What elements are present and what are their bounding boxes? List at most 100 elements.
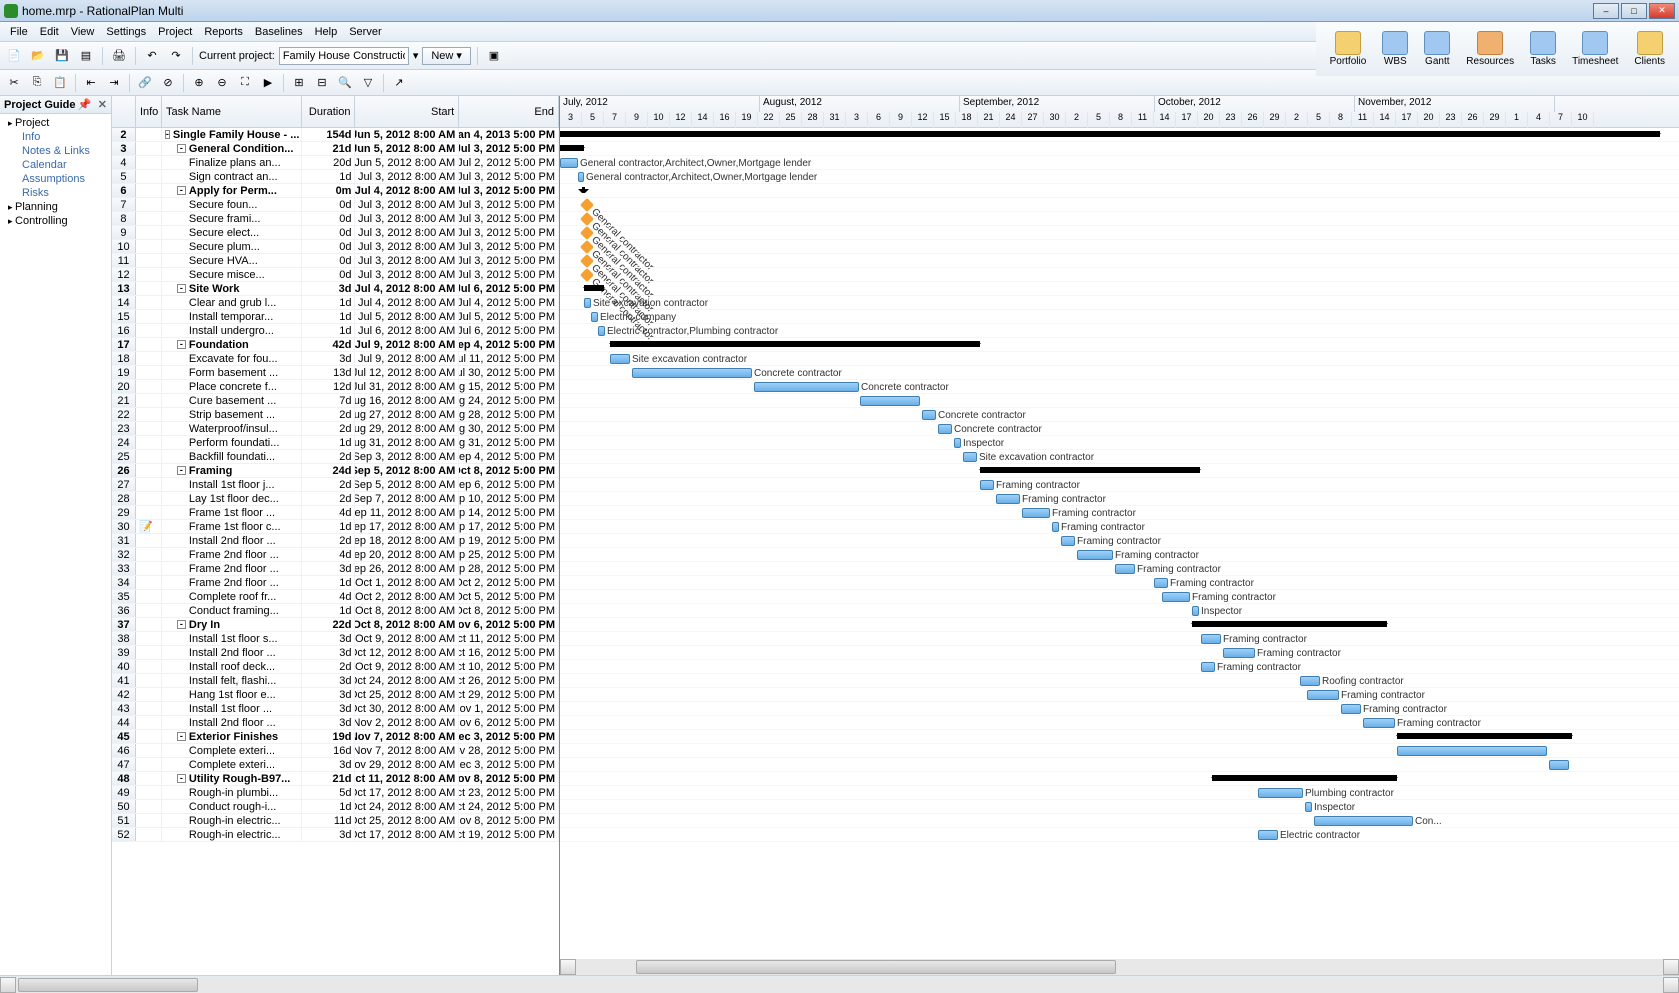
gantt-bar[interactable]: Framing contractor bbox=[1223, 648, 1255, 658]
col-start[interactable]: Start bbox=[355, 96, 459, 127]
gantt-bar[interactable]: General contractor bbox=[580, 198, 594, 212]
expand-toggle[interactable]: - bbox=[177, 620, 186, 629]
window-icon[interactable]: ▣ bbox=[484, 46, 504, 66]
gantt-bar[interactable]: General contractor bbox=[580, 226, 594, 240]
table-row[interactable]: 43Install 1st floor ...3dOct 30, 2012 8:… bbox=[112, 702, 559, 716]
menu-help[interactable]: Help bbox=[309, 24, 344, 40]
zoom-in-icon[interactable]: ⊕ bbox=[189, 73, 209, 93]
table-row[interactable]: 51Rough-in electric...11dOct 25, 2012 8:… bbox=[112, 814, 559, 828]
gantt-bar[interactable]: General contractor bbox=[580, 212, 594, 226]
outdent-icon[interactable]: ⇤ bbox=[81, 73, 101, 93]
menu-view[interactable]: View bbox=[65, 24, 101, 40]
link-icon[interactable]: 🔗 bbox=[135, 73, 155, 93]
table-row[interactable]: 11Secure HVA...0dJul 3, 2012 8:00 AMJul … bbox=[112, 254, 559, 268]
guide-notes-links[interactable]: Notes & Links bbox=[4, 144, 107, 158]
gantt-bar[interactable] bbox=[1212, 775, 1397, 781]
expand-toggle[interactable]: - bbox=[177, 186, 186, 195]
gantt-bar[interactable]: Con... bbox=[1314, 816, 1413, 826]
redo-icon[interactable]: ↷ bbox=[166, 46, 186, 66]
table-row[interactable]: 47Complete exteri...3dNov 29, 2012 8:00 … bbox=[112, 758, 559, 772]
table-row[interactable]: 18Excavate for fou...3dJul 9, 2012 8:00 … bbox=[112, 352, 559, 366]
table-row[interactable]: 42Hang 1st floor e...3dOct 25, 2012 8:00… bbox=[112, 688, 559, 702]
maximize-button[interactable]: □ bbox=[1621, 3, 1647, 19]
view-wbs[interactable]: WBS bbox=[1378, 29, 1412, 69]
dropdown-icon[interactable]: ▾ bbox=[413, 49, 419, 62]
table-row[interactable]: 10Secure plum...0dJul 3, 2012 8:00 AMJul… bbox=[112, 240, 559, 254]
guide-project[interactable]: Project bbox=[4, 116, 107, 130]
view-clients[interactable]: Clients bbox=[1630, 29, 1669, 69]
table-row[interactable]: 23Waterproof/insul...2dAug 29, 2012 8:00… bbox=[112, 422, 559, 436]
table-row[interactable]: 44Install 2nd floor ...3dNov 2, 2012 8:0… bbox=[112, 716, 559, 730]
gantt-bar[interactable] bbox=[1397, 746, 1547, 756]
timeline-body[interactable]: General contractor,Architect,Owner,Mortg… bbox=[560, 128, 1679, 975]
table-row[interactable]: 12Secure misce...0dJul 3, 2012 8:00 AMJu… bbox=[112, 268, 559, 282]
menu-settings[interactable]: Settings bbox=[100, 24, 152, 40]
paste-icon[interactable]: 📋 bbox=[50, 73, 70, 93]
new-file-icon[interactable]: 📄 bbox=[4, 46, 24, 66]
gantt-bar[interactable]: Framing contractor bbox=[1162, 592, 1190, 602]
expand-toggle[interactable]: - bbox=[177, 284, 186, 293]
gantt-bar[interactable]: Framing contractor bbox=[980, 480, 994, 490]
gantt-bar[interactable]: General contractor bbox=[580, 268, 594, 282]
guide-assumptions[interactable]: Assumptions bbox=[4, 172, 107, 186]
indent-icon[interactable]: ⇥ bbox=[104, 73, 124, 93]
gantt-bar[interactable]: Electric contractor,Plumbing contractor bbox=[598, 326, 605, 336]
table-row[interactable]: 21Cure basement ...7dAug 16, 2012 8:00 A… bbox=[112, 394, 559, 408]
table-row[interactable]: 5Sign contract an...1dJul 3, 2012 8:00 A… bbox=[112, 170, 559, 184]
table-row[interactable]: 19Form basement ...13dJul 12, 2012 8:00 … bbox=[112, 366, 559, 380]
table-row[interactable]: 31Install 2nd floor ...2dSep 18, 2012 8:… bbox=[112, 534, 559, 548]
gantt-bar[interactable]: Inspector bbox=[1192, 606, 1199, 616]
gantt-bar[interactable] bbox=[860, 396, 920, 406]
gantt-bar[interactable] bbox=[610, 341, 980, 347]
table-row[interactable]: 52Rough-in electric...3dOct 17, 2012 8:0… bbox=[112, 828, 559, 842]
table-row[interactable]: 36Conduct framing...1dOct 8, 2012 8:00 A… bbox=[112, 604, 559, 618]
gantt-bar[interactable]: Concrete contractor bbox=[754, 382, 859, 392]
expand-toggle[interactable]: - bbox=[177, 466, 186, 475]
new-button[interactable]: New▾ bbox=[422, 47, 471, 65]
pin-icon[interactable]: 📌 bbox=[78, 98, 92, 111]
table-row[interactable]: 27Install 1st floor j...2dSep 5, 2012 8:… bbox=[112, 478, 559, 492]
gantt-bar[interactable] bbox=[560, 145, 584, 151]
menu-reports[interactable]: Reports bbox=[198, 24, 249, 40]
gantt-bar[interactable]: General contractor,Architect,Owner,Mortg… bbox=[578, 172, 584, 182]
gantt-bar[interactable]: Framing contractor bbox=[1201, 634, 1221, 644]
table-row[interactable]: 49Rough-in plumbi...5dOct 17, 2012 8:00 … bbox=[112, 786, 559, 800]
print-icon[interactable]: 🖨 bbox=[109, 46, 129, 66]
table-row[interactable]: 45-Exterior Finishes19dNov 7, 2012 8:00 … bbox=[112, 730, 559, 744]
guide-planning[interactable]: Planning bbox=[4, 200, 107, 214]
col-end[interactable]: End bbox=[459, 96, 559, 127]
find-icon[interactable]: 🔍 bbox=[335, 73, 355, 93]
gantt-bar[interactable]: General contractor,Architect,Owner,Mortg… bbox=[560, 158, 578, 168]
table-row[interactable]: 38Install 1st floor s...3dOct 9, 2012 8:… bbox=[112, 632, 559, 646]
gantt-bar[interactable]: Framing contractor bbox=[1307, 690, 1339, 700]
table-row[interactable]: 7Secure foun...0dJul 3, 2012 8:00 AMJul … bbox=[112, 198, 559, 212]
gantt-bar[interactable]: Framing contractor bbox=[1201, 662, 1215, 672]
guide-info[interactable]: Info bbox=[4, 130, 107, 144]
collapse-icon[interactable]: ⊟ bbox=[312, 73, 332, 93]
menu-edit[interactable]: Edit bbox=[34, 24, 65, 40]
expand-icon[interactable]: ⊞ bbox=[289, 73, 309, 93]
gantt-bar[interactable]: Framing contractor bbox=[1115, 564, 1135, 574]
table-row[interactable]: 9Secure elect...0dJul 3, 2012 8:00 AMJul… bbox=[112, 226, 559, 240]
table-row[interactable]: 29Frame 1st floor ...4dSep 11, 2012 8:00… bbox=[112, 506, 559, 520]
table-row[interactable]: 41Install felt, flashi...3dOct 24, 2012 … bbox=[112, 674, 559, 688]
menu-server[interactable]: Server bbox=[343, 24, 387, 40]
scroll-thumb[interactable] bbox=[636, 960, 1116, 974]
export-icon[interactable]: ↗ bbox=[389, 73, 409, 93]
gantt-bar[interactable]: Site excavation contractor bbox=[963, 452, 977, 462]
gantt-bar[interactable]: Roofing contractor bbox=[1300, 676, 1320, 686]
guide-risks[interactable]: Risks bbox=[4, 186, 107, 200]
gantt-bar[interactable]: Concrete contractor bbox=[922, 410, 936, 420]
gantt-bar[interactable]: Electric company bbox=[591, 312, 598, 322]
close-button[interactable]: ✕ bbox=[1649, 3, 1675, 19]
view-timesheet[interactable]: Timesheet bbox=[1568, 29, 1622, 69]
gantt-bar[interactable]: Inspector bbox=[954, 438, 961, 448]
open-icon[interactable]: 📂 bbox=[28, 46, 48, 66]
gantt-bar[interactable]: Site excavation contractor bbox=[584, 298, 591, 308]
col-name[interactable]: Task Name bbox=[162, 96, 302, 127]
minimize-button[interactable]: – bbox=[1593, 3, 1619, 19]
table-row[interactable]: 39Install 2nd floor ...3dOct 12, 2012 8:… bbox=[112, 646, 559, 660]
table-row[interactable]: 46Complete exteri...16dNov 7, 2012 8:00 … bbox=[112, 744, 559, 758]
expand-toggle[interactable]: - bbox=[177, 774, 186, 783]
gantt-bar[interactable]: Inspector bbox=[1305, 802, 1312, 812]
